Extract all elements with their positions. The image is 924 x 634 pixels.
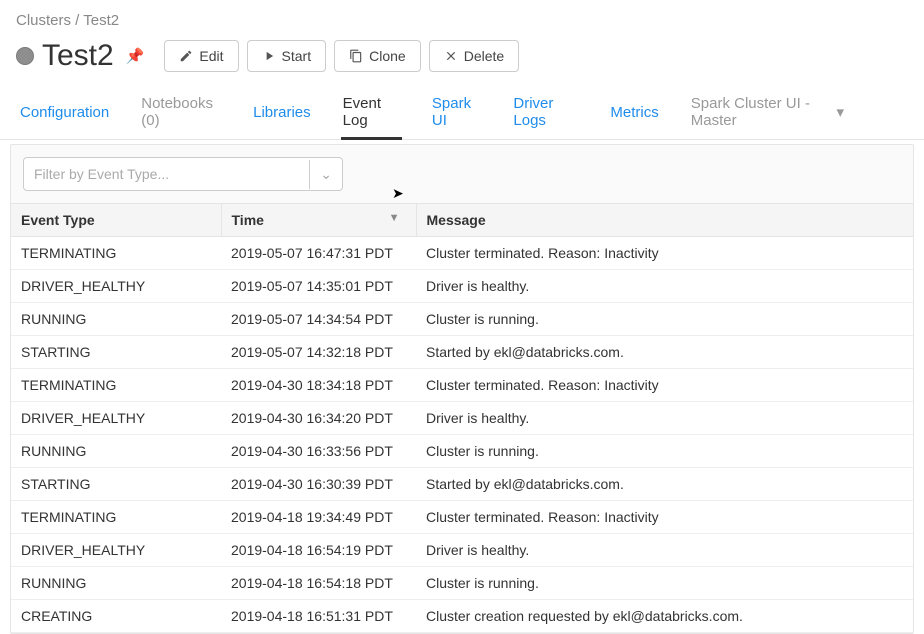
table-row[interactable]: CREATING2019-04-18 16:51:31 PDTCluster c… [11,600,913,633]
header-event-type[interactable]: Event Type [11,204,221,237]
cell-time: 2019-04-18 19:34:49 PDT [221,501,416,534]
filter-select[interactable]: ⌄ [23,157,343,191]
cell-message: Cluster terminated. Reason: Inactivity [416,501,913,534]
play-icon [262,49,276,63]
edit-button[interactable]: Edit [164,40,238,72]
table-row[interactable]: TERMINATING2019-04-30 18:34:18 PDTCluste… [11,369,913,402]
cell-type: STARTING [11,468,221,501]
cell-type: DRIVER_HEALTHY [11,402,221,435]
delete-button-label: Delete [464,48,504,64]
cell-type: STARTING [11,336,221,369]
cell-time: 2019-05-07 14:34:54 PDT [221,303,416,336]
tab-metrics[interactable]: Metrics [608,96,660,131]
header-time-label: Time [232,212,264,228]
cell-type: RUNNING [11,435,221,468]
table-row[interactable]: DRIVER_HEALTHY2019-04-30 16:34:20 PDTDri… [11,402,913,435]
start-button-label: Start [282,48,312,64]
tab-spark-ui[interactable]: Spark UI [430,87,483,139]
delete-button[interactable]: Delete [429,40,519,72]
content-panel: ⌄ Event Type Time ▼ Message TERMINATING2… [10,144,914,634]
tabs: Configuration Notebooks (0) Libraries Ev… [0,83,924,140]
page-title: Test2 [42,39,114,73]
start-button[interactable]: Start [247,40,327,72]
cell-message: Driver is healthy. [416,270,913,303]
spark-master-label: Spark Cluster UI - Master [691,95,833,129]
sort-desc-icon: ▼ [389,212,400,224]
cell-type: CREATING [11,600,221,633]
cell-type: TERMINATING [11,237,221,270]
cell-time: 2019-05-07 16:47:31 PDT [221,237,416,270]
clone-icon [349,49,363,63]
chevron-down-icon[interactable]: ⌄ [309,160,342,189]
cell-time: 2019-04-18 16:51:31 PDT [221,600,416,633]
header-time[interactable]: Time ▼ [221,204,416,237]
pencil-icon [179,49,193,63]
tab-driver-logs[interactable]: Driver Logs [511,87,580,139]
close-icon [444,49,458,63]
header-message[interactable]: Message [416,204,913,237]
tab-event-log[interactable]: Event Log [341,87,402,140]
tab-libraries[interactable]: Libraries [251,96,313,131]
cell-type: RUNNING [11,303,221,336]
cell-message: Cluster is running. [416,435,913,468]
table-row[interactable]: RUNNING2019-04-30 16:33:56 PDTCluster is… [11,435,913,468]
cell-message: Cluster terminated. Reason: Inactivity [416,237,913,270]
cell-time: 2019-04-18 16:54:19 PDT [221,534,416,567]
filter-input[interactable] [24,158,309,190]
filter-bar: ⌄ [11,145,913,204]
header: Test2 📌 Edit Start Clone Delete [0,33,924,83]
cell-message: Started by ekl@databricks.com. [416,468,913,501]
clone-button-label: Clone [369,48,406,64]
status-dot-icon [16,47,34,65]
cell-message: Cluster is running. [416,303,913,336]
cell-type: DRIVER_HEALTHY [11,270,221,303]
cell-message: Cluster is running. [416,567,913,600]
table-row[interactable]: DRIVER_HEALTHY2019-04-18 16:54:19 PDTDri… [11,534,913,567]
table-row[interactable]: STARTING2019-05-07 14:32:18 PDTStarted b… [11,336,913,369]
table-row[interactable]: TERMINATING2019-04-18 19:34:49 PDTCluste… [11,501,913,534]
tab-notebooks[interactable]: Notebooks (0) [139,87,223,139]
cell-time: 2019-04-30 16:34:20 PDT [221,402,416,435]
table-row[interactable]: DRIVER_HEALTHY2019-05-07 14:35:01 PDTDri… [11,270,913,303]
table-row[interactable]: STARTING2019-04-30 16:30:39 PDTStarted b… [11,468,913,501]
table-row[interactable]: RUNNING2019-04-18 16:54:18 PDTCluster is… [11,567,913,600]
cell-time: 2019-05-07 14:35:01 PDT [221,270,416,303]
tab-spark-cluster-ui-master[interactable]: Spark Cluster UI - Master ▾ [689,87,846,139]
cell-type: TERMINATING [11,501,221,534]
pin-icon[interactable]: 📌 [126,47,145,65]
events-table: Event Type Time ▼ Message TERMINATING201… [11,204,913,633]
clone-button[interactable]: Clone [334,40,421,72]
table-row[interactable]: TERMINATING2019-05-07 16:47:31 PDTCluste… [11,237,913,270]
table-row[interactable]: RUNNING2019-05-07 14:34:54 PDTCluster is… [11,303,913,336]
cell-message: Cluster terminated. Reason: Inactivity [416,369,913,402]
breadcrumb[interactable]: Clusters / Test2 [0,0,924,33]
table-header-row: Event Type Time ▼ Message [11,204,913,237]
cell-type: RUNNING [11,567,221,600]
cell-time: 2019-04-30 16:30:39 PDT [221,468,416,501]
cell-message: Driver is healthy. [416,402,913,435]
cell-time: 2019-04-18 16:54:18 PDT [221,567,416,600]
cell-time: 2019-05-07 14:32:18 PDT [221,336,416,369]
edit-button-label: Edit [199,48,223,64]
cell-message: Started by ekl@databricks.com. [416,336,913,369]
caret-down-icon: ▾ [836,103,844,121]
cell-message: Driver is healthy. [416,534,913,567]
cell-time: 2019-04-30 16:33:56 PDT [221,435,416,468]
cell-type: DRIVER_HEALTHY [11,534,221,567]
cell-message: Cluster creation requested by ekl@databr… [416,600,913,633]
cell-time: 2019-04-30 18:34:18 PDT [221,369,416,402]
cell-type: TERMINATING [11,369,221,402]
tab-configuration[interactable]: Configuration [18,96,111,131]
